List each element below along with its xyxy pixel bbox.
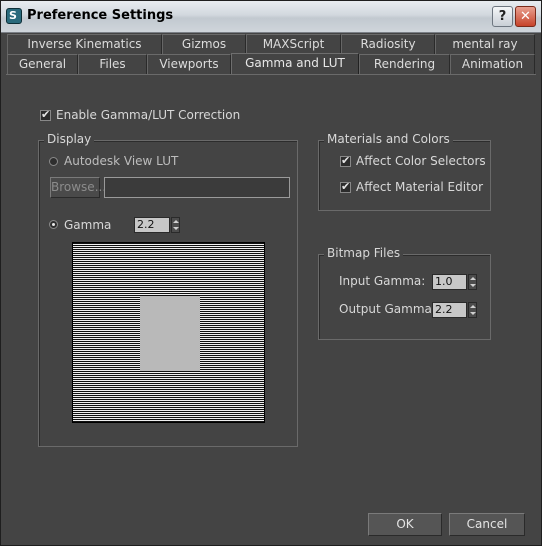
output-gamma-input[interactable]: 2.2 [432, 302, 467, 318]
bitmap-files-group: Bitmap Files [318, 246, 491, 340]
enable-gamma-checkbox[interactable]: ✔ [40, 108, 51, 121]
bitmap-group-title: Bitmap Files [324, 246, 404, 260]
close-button[interactable]: ✕ [515, 6, 536, 27]
tab-maxscript[interactable]: MAXScript [246, 34, 341, 54]
cancel-button[interactable]: Cancel [449, 513, 525, 536]
window-title: Preference Settings [27, 8, 174, 23]
app-icon: S [6, 8, 22, 24]
gamma-label[interactable]: Gamma [64, 218, 111, 232]
gamma-reference-swatch [140, 296, 200, 371]
output-gamma-label: Output Gamma: [339, 302, 436, 316]
tab-inverse-kinematics[interactable]: Inverse Kinematics [7, 34, 162, 54]
display-gamma-spinner[interactable] [171, 217, 180, 233]
affect-material-editor-checkbox[interactable]: ✔ [340, 180, 351, 193]
tab-gizmos[interactable]: Gizmos [162, 34, 246, 54]
autodesk-view-lut-label[interactable]: Autodesk View LUT [64, 154, 178, 168]
input-gamma-input[interactable]: 1.0 [432, 274, 467, 290]
tab-files[interactable]: Files [78, 54, 147, 74]
tab-rendering[interactable]: Rendering [359, 54, 450, 74]
check-mark-icon: ✔ [341, 180, 351, 193]
preference-settings-window: S Preference Settings ? ✕ Inverse Kinema… [0, 0, 542, 546]
materials-group-title: Materials and Colors [324, 132, 453, 146]
app-icon-glyph: S [9, 9, 17, 22]
enable-gamma-label[interactable]: Enable Gamma/LUT Correction [56, 108, 240, 122]
ok-button[interactable]: OK [368, 513, 442, 536]
help-button[interactable]: ? [492, 6, 513, 27]
browse-button[interactable]: Browse... [50, 177, 106, 198]
gamma-test-pattern [72, 242, 265, 423]
tab-baseline [6, 74, 536, 75]
display-group-title: Display [44, 132, 95, 146]
check-mark-icon: ✔ [41, 108, 51, 121]
affect-color-selectors-label[interactable]: Affect Color Selectors [356, 154, 486, 168]
input-gamma-label: Input Gamma: [339, 274, 426, 288]
lut-path-field[interactable] [104, 177, 290, 198]
title-bar[interactable]: S Preference Settings ? ✕ [1, 1, 541, 33]
tab-gamma-and-lut[interactable]: Gamma and LUT [231, 53, 359, 75]
tab-mental-ray[interactable]: mental ray [435, 34, 535, 54]
tab-viewports[interactable]: Viewports [147, 54, 231, 74]
tab-radiosity[interactable]: Radiosity [341, 34, 435, 54]
materials-and-colors-group: Materials and Colors [318, 132, 491, 211]
gamma-radio[interactable] [49, 220, 58, 229]
input-gamma-spinner[interactable] [468, 274, 477, 290]
tab-animation[interactable]: Animation [450, 54, 535, 74]
affect-color-selectors-checkbox[interactable]: ✔ [340, 154, 351, 167]
tab-general[interactable]: General [7, 54, 78, 74]
autodesk-view-lut-radio[interactable] [49, 157, 58, 166]
display-gamma-input[interactable]: 2.2 [134, 217, 170, 233]
check-mark-icon: ✔ [341, 154, 351, 167]
affect-material-editor-label[interactable]: Affect Material Editor [356, 180, 483, 194]
output-gamma-spinner[interactable] [468, 302, 477, 318]
